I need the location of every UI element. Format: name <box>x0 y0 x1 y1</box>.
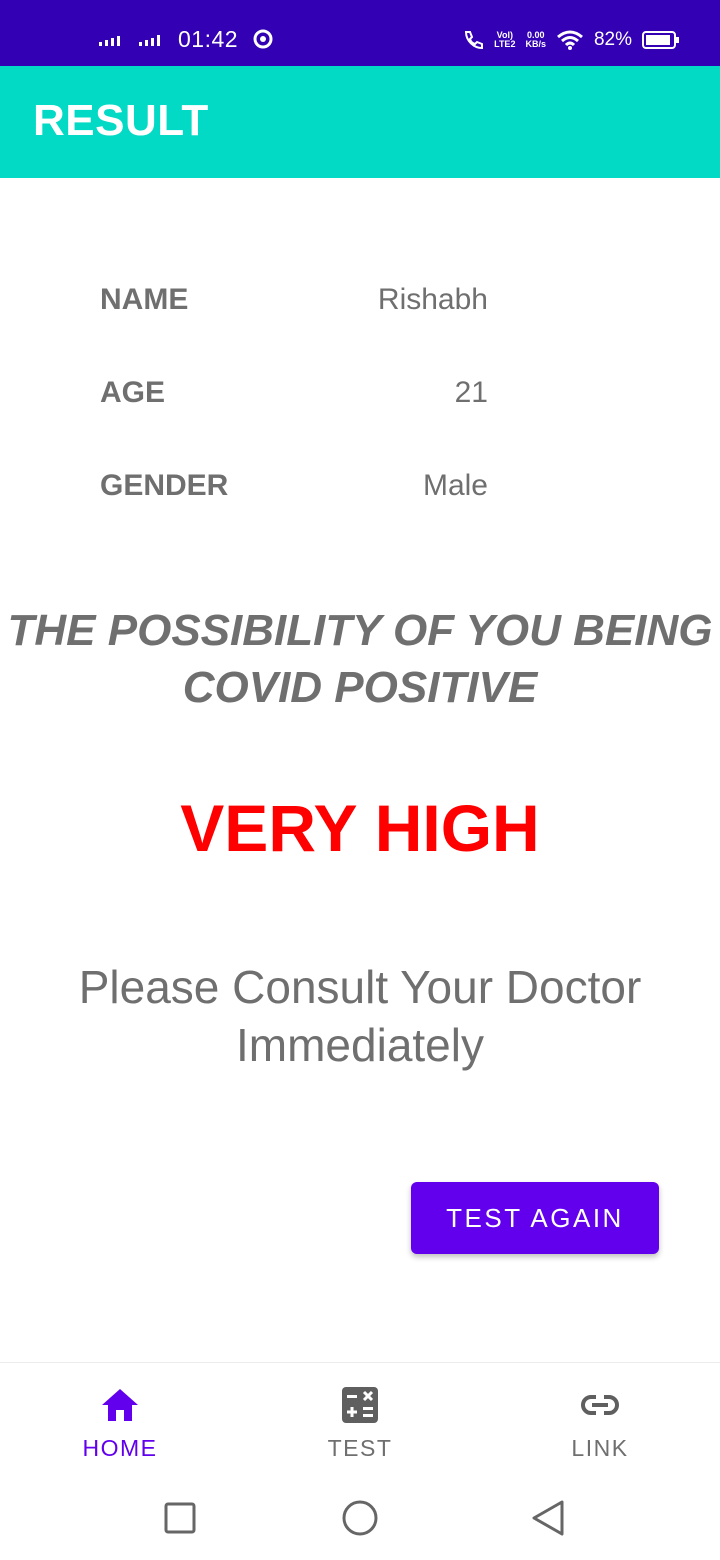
bottom-nav: HOME TEST LINK <box>0 1362 720 1481</box>
app-bar: RESULT <box>0 66 720 178</box>
page-title: RESULT <box>33 96 209 145</box>
result-level: VERY HIGH <box>180 791 540 865</box>
recents-icon[interactable] <box>160 1498 200 1538</box>
gender-row: GENDER Male <box>100 469 488 519</box>
nav-label-link: LINK <box>571 1435 629 1461</box>
link-icon <box>581 1395 619 1415</box>
possibility-line-2: COVID POSITIVE <box>182 663 538 712</box>
age-label: AGE <box>100 376 166 409</box>
advice-line-1: Please Consult Your Doctor <box>78 961 642 1013</box>
nav-item-link[interactable]: LINK <box>480 1363 720 1481</box>
network-speed: 0.00 KB/s <box>525 31 546 49</box>
name-value: Rishabh <box>377 283 488 316</box>
speed-unit: KB/s <box>525 39 546 49</box>
back-icon[interactable] <box>528 1498 568 1538</box>
age-row: AGE 21 <box>100 376 488 426</box>
nav-item-test[interactable]: TEST <box>240 1363 480 1481</box>
system-nav-bar <box>0 1480 720 1560</box>
wifi-calling-icon <box>465 31 484 50</box>
battery-icon <box>642 31 679 49</box>
nav-label-test: TEST <box>327 1435 393 1461</box>
test-again-button[interactable]: TEST AGAIN <box>411 1182 659 1254</box>
wifi-icon <box>557 30 583 50</box>
name-label: NAME <box>100 283 189 316</box>
home-icon <box>102 1389 138 1421</box>
possibility-heading: THE POSSIBILITY OF YOU BEING COVID POSIT… <box>0 602 720 716</box>
lte-label-bottom: LTE2 <box>494 39 516 49</box>
advice-line-2: Immediately <box>236 1019 484 1071</box>
status-bar: 01:42 Vol) LTE2 0.00 KB/s 82% <box>0 0 720 66</box>
age-value: 21 <box>454 376 488 409</box>
name-row: NAME Rishabh <box>100 283 488 333</box>
possibility-line-1: THE POSSIBILITY OF YOU BEING <box>7 606 713 655</box>
calculator-icon <box>342 1387 378 1423</box>
gender-label: GENDER <box>100 469 229 502</box>
app-notification-icon <box>253 29 273 49</box>
battery-percent: 82% <box>593 29 632 50</box>
advice-text: Please Consult Your Doctor Immediately <box>0 958 720 1074</box>
signal-icon <box>139 35 160 46</box>
nav-label-home: HOME <box>82 1435 158 1461</box>
gender-value: Male <box>422 469 488 502</box>
signal-icon <box>99 36 120 46</box>
home-circle-icon[interactable] <box>340 1498 380 1538</box>
lte-indicator: Vol) LTE2 <box>494 31 515 49</box>
status-time: 01:42 <box>178 25 239 52</box>
nav-item-home[interactable]: HOME <box>0 1363 240 1481</box>
